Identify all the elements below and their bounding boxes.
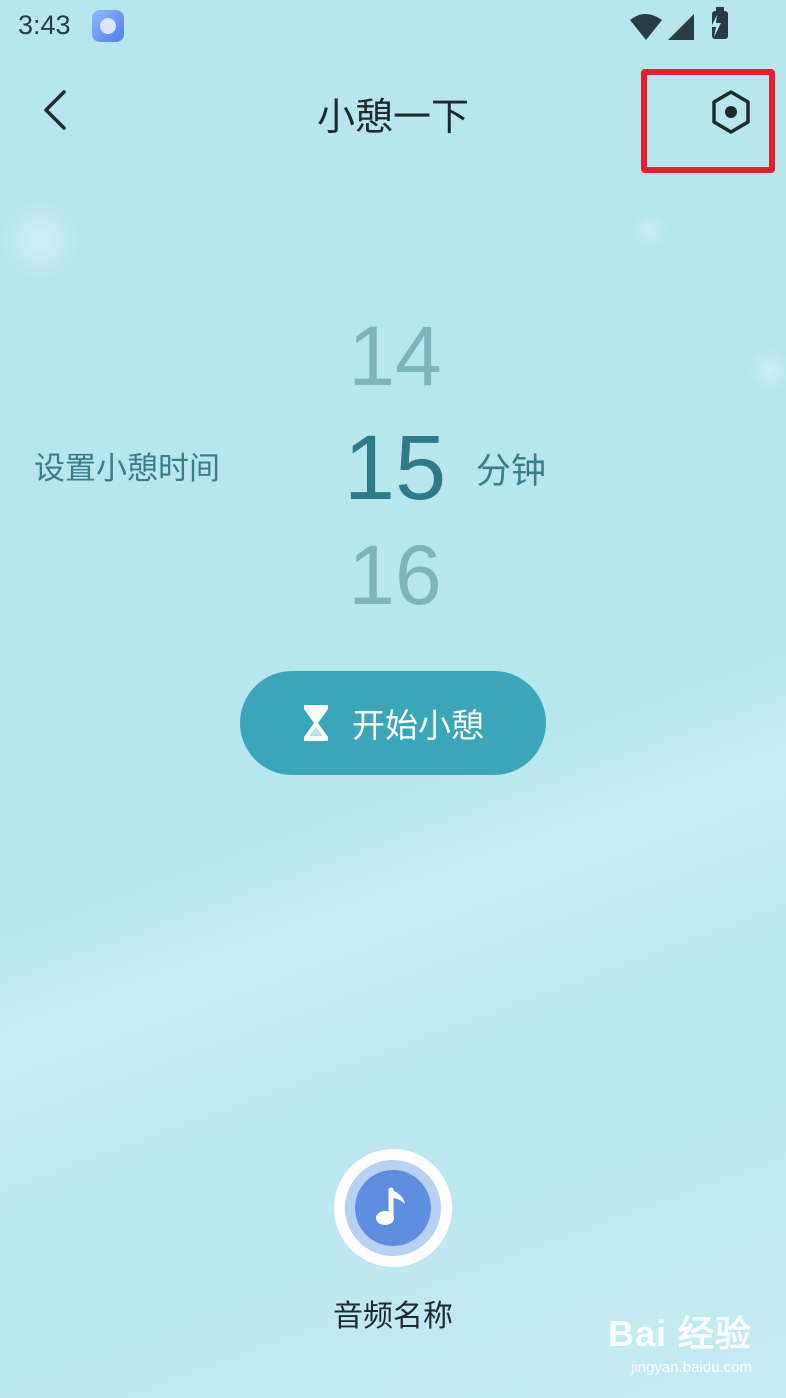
picker-current-value[interactable]: 15 xyxy=(300,416,490,521)
music-button[interactable] xyxy=(334,1149,452,1267)
picker-prev-value[interactable]: 14 xyxy=(300,308,490,405)
picker-label: 设置小憩时间 xyxy=(34,451,220,487)
settings-button[interactable] xyxy=(700,84,762,140)
music-ring xyxy=(345,1160,441,1256)
status-time: 3:43 xyxy=(18,10,71,40)
watermark-url: jingyan.baidu.com xyxy=(631,1359,752,1376)
start-break-label: 开始小憩 xyxy=(352,706,484,745)
status-bar: 3:43 xyxy=(0,0,786,56)
watermark-brand: Bai 经验 xyxy=(607,1313,752,1354)
start-break-button[interactable]: 开始小憩 xyxy=(240,671,546,775)
page-title: 小憩一下 xyxy=(316,95,469,139)
app-notification-icon xyxy=(92,10,124,42)
picker-unit: 分钟 xyxy=(476,452,547,492)
header: 小憩一下 xyxy=(0,60,786,160)
watermark: Bai 经验 jingyan.baidu.com xyxy=(608,1305,752,1376)
music-core xyxy=(355,1170,431,1246)
music-note-icon xyxy=(376,1187,405,1225)
hexagon-settings-icon xyxy=(712,90,750,134)
signal-icon xyxy=(630,14,694,40)
charging-icon xyxy=(711,15,721,37)
hourglass-icon xyxy=(304,705,328,741)
picker-next-value[interactable]: 16 xyxy=(300,527,490,624)
